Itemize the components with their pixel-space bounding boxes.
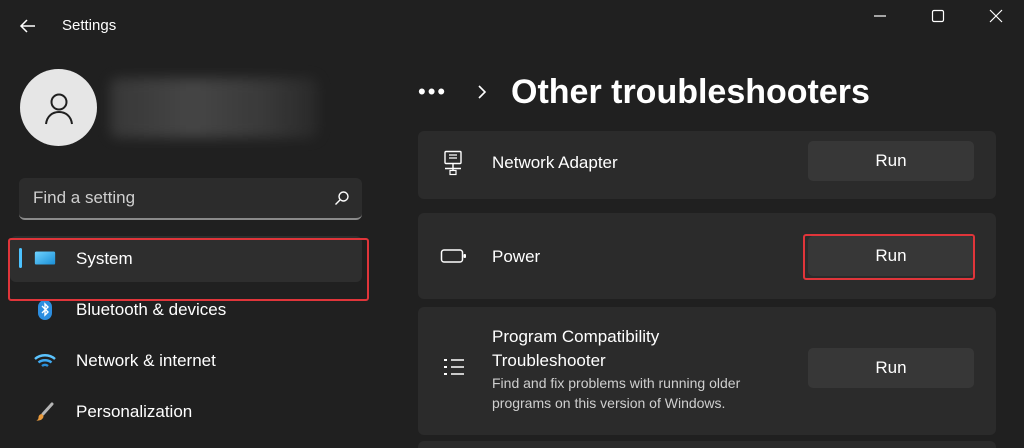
highlight-power-run <box>803 234 975 280</box>
page-title: Other troubleshooters <box>511 73 870 111</box>
breadcrumb-more-button[interactable]: ••• <box>418 79 462 105</box>
sidebar-item-network[interactable]: Network & internet <box>10 338 362 384</box>
troubleshooter-network-adapter: Network Adapter Run <box>418 131 996 199</box>
troubleshooter-program-compatibility: Program Compatibility Troubleshooter Fin… <box>418 307 996 435</box>
network-adapter-icon <box>440 149 468 177</box>
troubleshooter-title: Power <box>492 247 541 266</box>
sidebar-item-label: Bluetooth & devices <box>76 300 227 319</box>
sidebar-item-label: Network & internet <box>76 351 216 370</box>
list-icon <box>440 354 468 382</box>
sidebar-item-label: Personalization <box>76 402 193 421</box>
troubleshooter-title: Network Adapter <box>492 153 618 172</box>
troubleshooter-desc-line2: programs on this version of Windows. <box>492 395 726 411</box>
troubleshooter-desc-line1: Find and fix problems with running older <box>492 375 741 391</box>
minimize-button[interactable] <box>852 0 908 32</box>
search-input[interactable]: Find a setting <box>19 178 362 220</box>
app-title: Settings <box>62 17 117 34</box>
troubleshooter-title-line2: Troubleshooter <box>492 351 606 370</box>
troubleshooter-next-card <box>418 441 996 448</box>
run-program-compatibility-button[interactable]: Run <box>808 348 974 388</box>
chevron-right-icon <box>462 84 502 100</box>
sidebar-item-personalization[interactable]: Personalization <box>10 389 362 435</box>
user-icon <box>44 93 73 124</box>
back-button[interactable] <box>12 10 44 42</box>
battery-icon <box>440 242 468 270</box>
maximize-button[interactable] <box>910 0 966 32</box>
close-button[interactable] <box>968 0 1024 32</box>
highlight-system <box>8 238 369 301</box>
wifi-icon <box>34 350 56 372</box>
troubleshooter-title-line1: Program Compatibility <box>492 327 660 346</box>
maximize-icon <box>931 9 945 23</box>
back-arrow-icon <box>19 19 35 33</box>
run-network-adapter-button[interactable]: Run <box>808 141 974 181</box>
search-placeholder: Find a setting <box>33 188 136 207</box>
search-icon[interactable] <box>322 190 362 206</box>
brush-icon <box>34 401 56 423</box>
avatar[interactable] <box>20 69 97 146</box>
minimize-icon <box>874 15 886 17</box>
user-info-blurred <box>110 78 318 138</box>
bluetooth-icon <box>34 299 56 321</box>
breadcrumb: ••• <box>418 70 502 114</box>
title-bar: Settings <box>0 0 1024 52</box>
close-icon <box>989 9 1003 23</box>
